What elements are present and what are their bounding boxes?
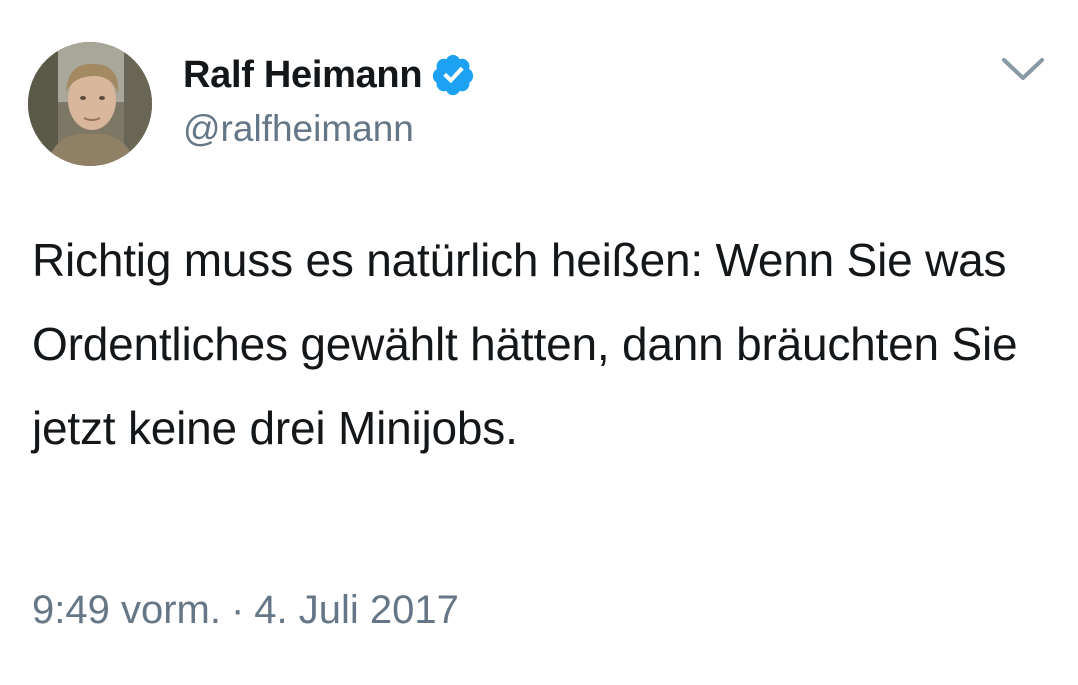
avatar-photo: [28, 42, 152, 166]
tweet-date: 4. Juli 2017: [254, 588, 459, 632]
tweet-time: 9:49 vorm.: [32, 588, 221, 632]
verified-badge-icon: [430, 52, 476, 98]
display-name[interactable]: Ralf Heimann: [183, 54, 423, 97]
user-handle[interactable]: @ralfheimann: [183, 108, 414, 150]
timestamp-separator: ·: [230, 588, 245, 632]
tweet-timestamp[interactable]: 9:49 vorm. · 4. Juli 2017: [32, 588, 459, 633]
author-name-row: Ralf Heimann: [183, 50, 476, 100]
tweet-text: Richtig muss es natürlich heißen: Wenn S…: [32, 234, 1018, 454]
tweet-card: Ralf Heimann @ralfheimann Richtig muss e…: [0, 0, 1078, 685]
avatar[interactable]: [28, 42, 152, 166]
chevron-down-icon[interactable]: [1000, 54, 1046, 86]
